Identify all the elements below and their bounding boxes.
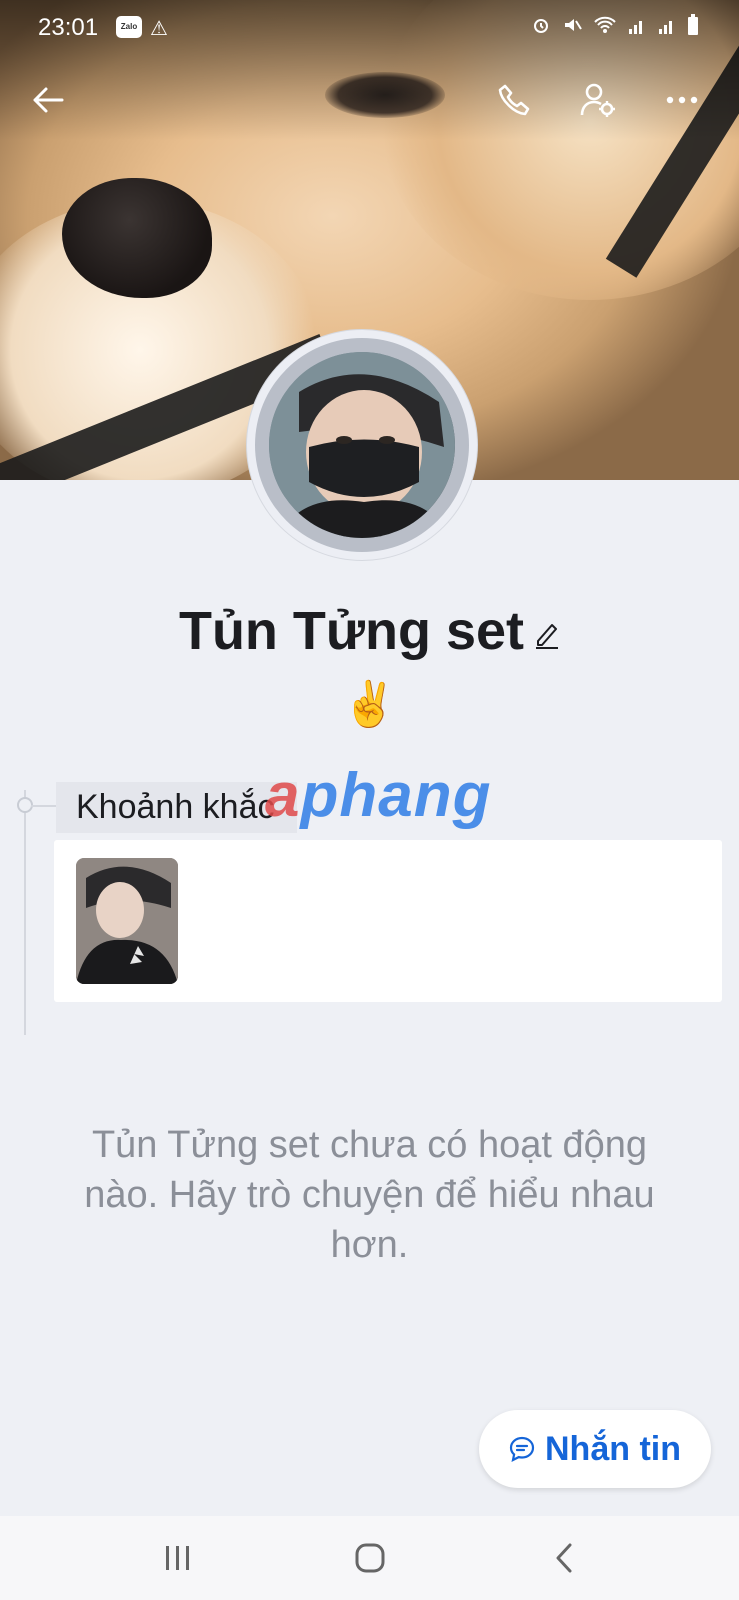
watermark-prefix: a xyxy=(265,761,301,830)
recent-apps-button[interactable] xyxy=(148,1536,208,1580)
pencil-icon xyxy=(536,623,559,649)
zalo-notification-icon: Zalo xyxy=(116,16,142,38)
avatar-ring xyxy=(255,338,469,552)
status-right-icons xyxy=(531,14,699,36)
signal-icon-2 xyxy=(658,21,672,34)
more-options-button[interactable] xyxy=(660,78,704,122)
phone-icon xyxy=(498,84,530,116)
system-nav-bar xyxy=(0,1516,739,1600)
battery-icon xyxy=(688,14,698,35)
chat-bubble-icon xyxy=(509,1436,535,1462)
more-dots-icon xyxy=(666,96,698,104)
avatar[interactable] xyxy=(247,330,477,560)
wifi-icon xyxy=(594,16,616,33)
profile-name: Tủn Tửng set xyxy=(0,600,739,662)
alarm-icon xyxy=(533,19,548,33)
user-settings-icon xyxy=(580,83,615,117)
timeline-connector xyxy=(31,805,57,807)
home-button[interactable] xyxy=(340,1536,400,1580)
moment-thumbnail[interactable] xyxy=(76,858,178,984)
avatar-portrait xyxy=(269,352,455,538)
back-button[interactable] xyxy=(26,78,70,122)
call-button[interactable] xyxy=(492,78,536,122)
empty-activity-message: Tủn Tửng set chưa có hoạt động nào. Hãy … xyxy=(84,1124,655,1266)
moment-photo xyxy=(76,858,178,984)
signal-icon xyxy=(629,21,643,34)
recent-apps-icon xyxy=(166,1546,189,1570)
mute-icon xyxy=(564,19,582,31)
watermark-text: phang xyxy=(300,761,492,830)
back-chevron-icon xyxy=(556,1543,572,1573)
watermark-logo: aphang xyxy=(265,760,491,831)
warning-icon: ⚠ xyxy=(150,18,168,40)
moments-label: Khoảnh khắc xyxy=(56,782,297,833)
status-bar: 23:01 Zalo ⚠ xyxy=(0,0,739,58)
send-message-button[interactable]: Nhắn tin xyxy=(479,1410,711,1488)
profile-bio: ✌️ xyxy=(342,680,397,729)
profile-name-text: Tủn Tửng set xyxy=(178,601,525,661)
avatar-photo xyxy=(269,352,455,538)
arrow-left-icon xyxy=(33,87,64,113)
send-message-label: Nhắn tin xyxy=(545,1429,681,1468)
home-icon xyxy=(355,1543,385,1573)
system-back-button[interactable] xyxy=(534,1536,594,1580)
status-time: 23:01 xyxy=(38,14,99,41)
edit-name-button[interactable] xyxy=(534,600,560,662)
moments-card xyxy=(54,840,722,1002)
profile-settings-button[interactable] xyxy=(576,78,620,122)
timeline-line xyxy=(24,790,26,1035)
